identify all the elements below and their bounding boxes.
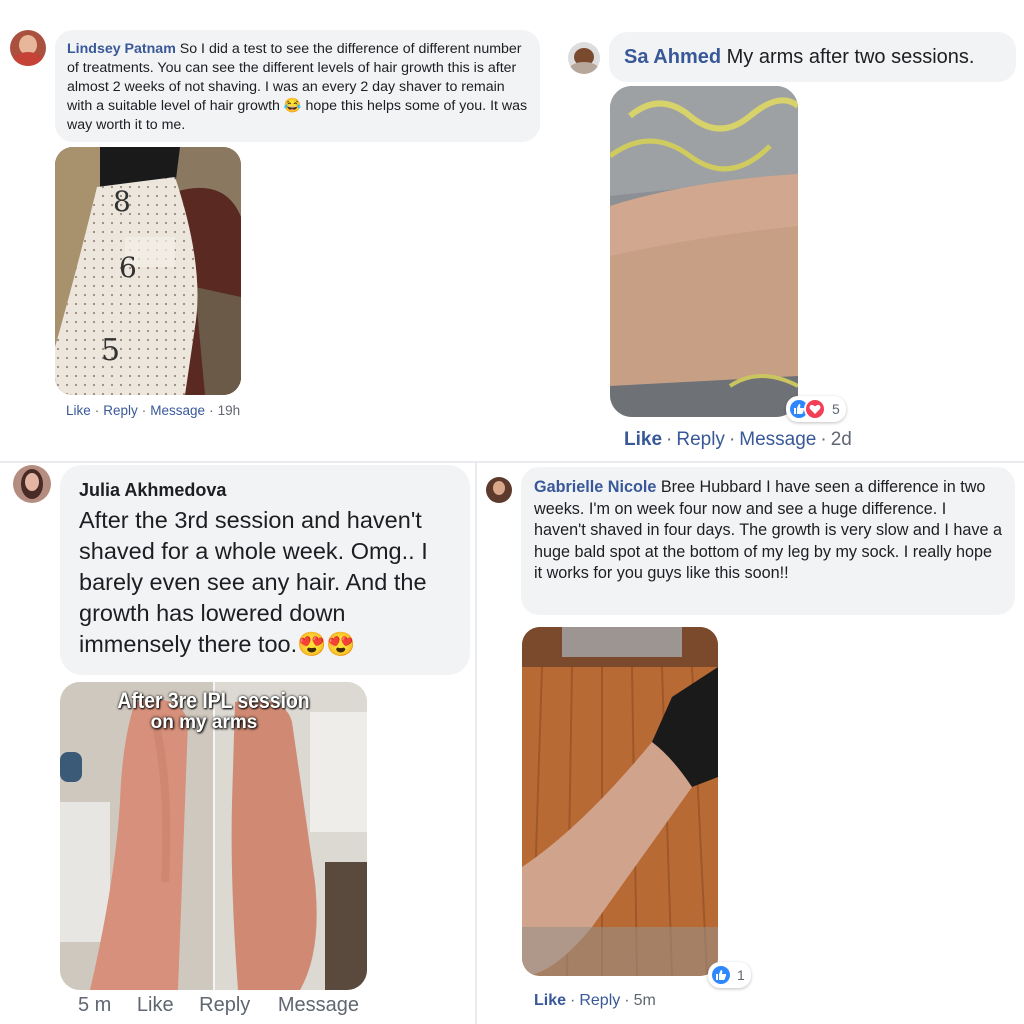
comment-bubble: Julia Akhmedova After the 3rd session an…	[60, 465, 470, 675]
comment-photo-leg-sock[interactable]	[522, 627, 718, 976]
avatar[interactable]	[10, 30, 46, 66]
photo-caption-line-1: After 3re IPL session	[117, 688, 310, 713]
comment-timestamp: 19h	[217, 403, 241, 418]
like-link[interactable]: Like	[534, 992, 566, 1009]
photo-mark-5: 5	[101, 333, 121, 368]
reply-link[interactable]: Reply	[103, 403, 138, 418]
reaction-count: 5	[832, 401, 840, 417]
comment-author[interactable]: Lindsey Patnam	[67, 41, 176, 57]
heart-eyes-emoji-icon: 😍😍	[297, 631, 356, 657]
photo-caption-line-2: on my arms	[150, 712, 258, 733]
comment-photo-arm[interactable]	[610, 86, 798, 417]
comment-panel-sa-ahmed: Sa Ahmed My arms after two sessions. 5 L…	[560, 0, 1024, 462]
collage-divider-vertical	[475, 462, 477, 1024]
photo-mark-8: 8	[113, 185, 131, 218]
avatar[interactable]	[568, 42, 600, 74]
comment-panel-gabrielle: Gabrielle Nicole Bree Hubbard I have see…	[476, 462, 1024, 1024]
collage-divider-horizontal	[0, 461, 1024, 463]
message-link[interactable]: Message	[150, 403, 205, 418]
reaction-summary[interactable]: 5	[786, 396, 846, 422]
comment-photo-leg-test[interactable]: 8 6 5	[55, 147, 241, 395]
avatar[interactable]	[486, 477, 512, 503]
comment-bubble: Lindsey Patnam So I did a test to see th…	[55, 30, 540, 142]
comment-text: My arms after two sessions.	[726, 46, 975, 68]
comment-author[interactable]: Julia Akhmedova	[79, 479, 451, 501]
leg-sock-photo-graphic	[522, 627, 718, 976]
laughing-emoji-icon: 😂	[283, 98, 302, 114]
comment-actions: Like · Reply · 5m	[534, 992, 656, 1009]
reply-link[interactable]: Reply	[579, 992, 620, 1009]
comment-text: After the 3rd session and haven't shaved…	[79, 507, 428, 657]
comment-panel-lindsey: Lindsey Patnam So I did a test to see th…	[0, 0, 560, 462]
reply-link[interactable]: Reply	[676, 429, 725, 450]
leg-photo-graphic	[55, 147, 241, 395]
thumbs-up-icon	[710, 964, 732, 986]
comment-timestamp: 5 m	[78, 994, 112, 1016]
reaction-count: 1	[737, 967, 745, 983]
like-link[interactable]: Like	[66, 403, 91, 418]
message-link[interactable]: Message	[739, 429, 816, 450]
avatar[interactable]	[13, 465, 51, 503]
comment-actions: 5 m Like Reply Message	[78, 994, 359, 1017]
comment-photo-arms[interactable]: After 3re IPL session on my arms	[60, 682, 367, 990]
comment-bubble: Sa Ahmed My arms after two sessions.	[609, 32, 1016, 82]
like-link[interactable]: Like	[624, 429, 662, 450]
comment-actions: Like · Reply · Message · 2d	[624, 429, 852, 450]
reaction-summary[interactable]: 1	[708, 962, 751, 988]
comment-bubble: Gabrielle Nicole Bree Hubbard I have see…	[521, 467, 1015, 615]
comment-timestamp: 5m	[633, 992, 656, 1009]
comment-actions: Like · Reply · Message · 19h	[66, 403, 241, 418]
message-link[interactable]: Message	[278, 994, 359, 1016]
comment-panel-julia: Julia Akhmedova After the 3rd session an…	[0, 462, 476, 1024]
photo-mark-6: 6	[119, 251, 137, 284]
comment-timestamp: 2d	[830, 429, 852, 450]
comment-author[interactable]: Sa Ahmed	[624, 46, 721, 68]
arm-photo-graphic	[610, 86, 798, 417]
comment-author[interactable]: Gabrielle Nicole	[534, 478, 656, 496]
heart-icon	[804, 398, 826, 420]
reply-link[interactable]: Reply	[199, 994, 250, 1016]
like-link[interactable]: Like	[137, 994, 174, 1016]
